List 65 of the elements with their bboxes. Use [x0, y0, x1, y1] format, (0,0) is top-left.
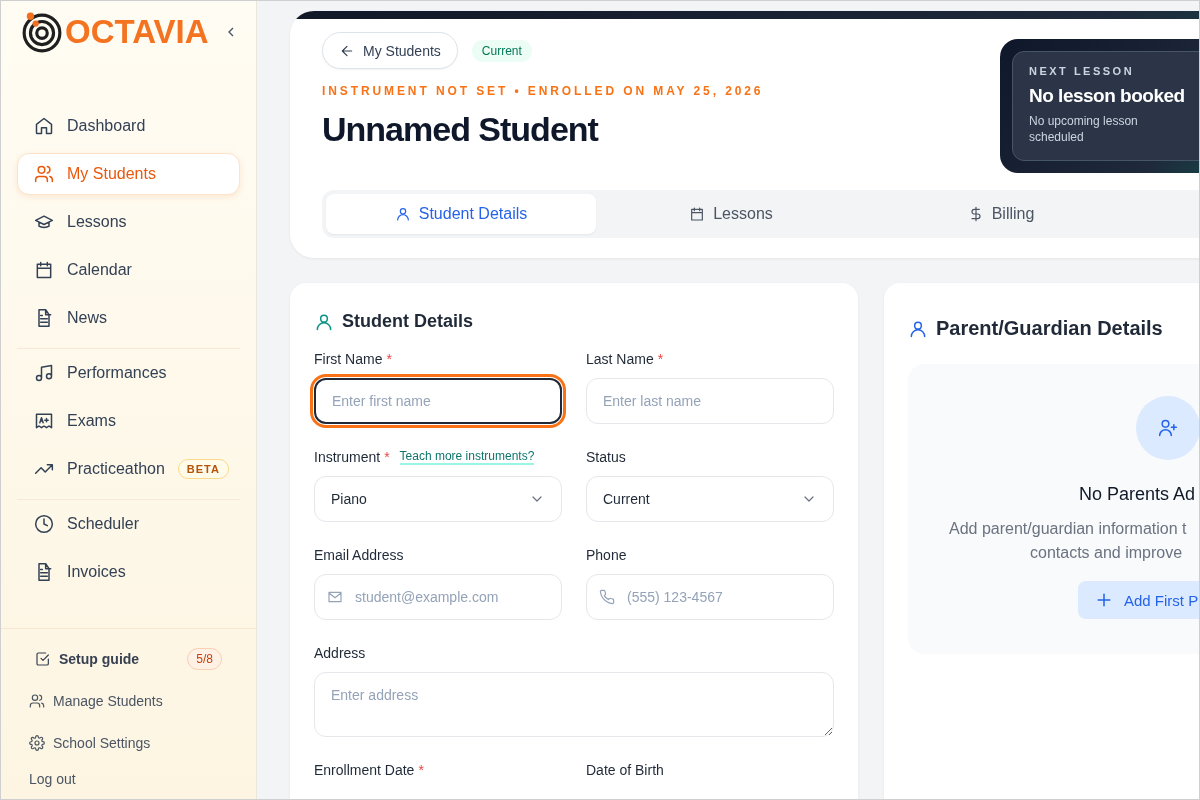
- logo-text: OCTAVIA: [65, 13, 209, 51]
- people-icon: [34, 164, 54, 184]
- beta-badge: BETA: [177, 459, 229, 479]
- nav-item[interactable]: Performances: [17, 352, 240, 394]
- setup-guide-link[interactable]: Setup guide 5/8: [35, 647, 222, 671]
- field-label: Enrollment Date: [314, 762, 415, 778]
- house-icon: [34, 116, 54, 136]
- tab[interactable]: Billing: [866, 194, 1136, 234]
- logout-link[interactable]: Log out: [29, 771, 256, 787]
- next-lesson-note: No upcoming lesson scheduled: [1029, 113, 1139, 145]
- add-parent-button[interactable]: Add First P: [1078, 581, 1199, 619]
- logo-icon: [21, 11, 63, 53]
- field-label: Status: [586, 449, 626, 465]
- field-label: Instrument: [314, 449, 381, 465]
- text-area[interactable]: Enter address: [314, 672, 834, 737]
- nav-item[interactable]: Invoices: [17, 551, 240, 593]
- dropdown[interactable]: Current: [586, 476, 834, 522]
- mail-icon: [327, 589, 343, 605]
- phone-icon: [599, 589, 615, 605]
- status-badge: Current: [471, 39, 532, 62]
- next-lesson-label: NEXT LESSON: [1029, 65, 1136, 77]
- card-title: Student Details: [342, 311, 474, 332]
- required-mark: *: [386, 351, 392, 367]
- footer-link[interactable]: School Settings: [29, 731, 256, 755]
- nav-item[interactable]: Practiceathon BETA: [17, 448, 240, 490]
- field-label: Date of Birth: [586, 762, 664, 778]
- calendar-icon: [34, 260, 54, 280]
- person-plus-icon: [1158, 418, 1178, 438]
- student-name: Unnamed Student: [322, 110, 600, 149]
- clock-icon: [34, 514, 54, 534]
- nav-item[interactable]: Lessons: [17, 201, 240, 243]
- nav-item[interactable]: Calendar: [17, 249, 240, 291]
- card-title: Parent/Guardian Details: [936, 317, 1163, 340]
- nav-item[interactable]: Scheduler: [17, 503, 240, 545]
- person-icon: [394, 206, 411, 222]
- music-note-icon: [34, 363, 54, 383]
- required-mark: *: [657, 351, 664, 367]
- teach-more-link[interactable]: Teach more instruments?: [399, 449, 535, 465]
- nav-item[interactable]: Exams: [17, 400, 240, 442]
- tab[interactable]: Lessons: [596, 194, 866, 234]
- field-label: Phone: [586, 547, 627, 563]
- field-label: Last Name: [586, 351, 654, 367]
- field-label: Email Address: [314, 547, 404, 563]
- grade-icon: [34, 411, 54, 431]
- footer-link[interactable]: Manage Students: [29, 689, 256, 713]
- nav-item[interactable]: My Students: [17, 153, 240, 195]
- calendar-icon: [689, 206, 706, 222]
- progress-badge: 5/8: [187, 648, 222, 670]
- back-button[interactable]: My Students: [322, 32, 458, 69]
- people-icon: [29, 693, 45, 709]
- empty-state-title: No Parents Ad: [1079, 484, 1197, 505]
- required-mark: *: [418, 762, 424, 778]
- student-meta: INSTRUMENT NOT SET • ENROLLED ON MAY 25, 2026: [322, 84, 765, 98]
- field-label: Address: [314, 645, 366, 661]
- settings-icon: [29, 735, 45, 751]
- nav-item[interactable]: Dashboard: [17, 105, 240, 147]
- dropdown[interactable]: Piano: [314, 476, 562, 522]
- field-label: First Name: [314, 351, 383, 367]
- empty-state-text: Add parent/guardian information t: [949, 519, 1188, 539]
- tab[interactable]: Student Details: [326, 194, 596, 234]
- nav-item[interactable]: News: [17, 297, 240, 339]
- next-lesson-title: No lesson booked: [1029, 85, 1186, 107]
- empty-state-text: contacts and improve: [1030, 543, 1184, 563]
- required-mark: *: [384, 449, 390, 465]
- checkbox-icon: [35, 651, 51, 667]
